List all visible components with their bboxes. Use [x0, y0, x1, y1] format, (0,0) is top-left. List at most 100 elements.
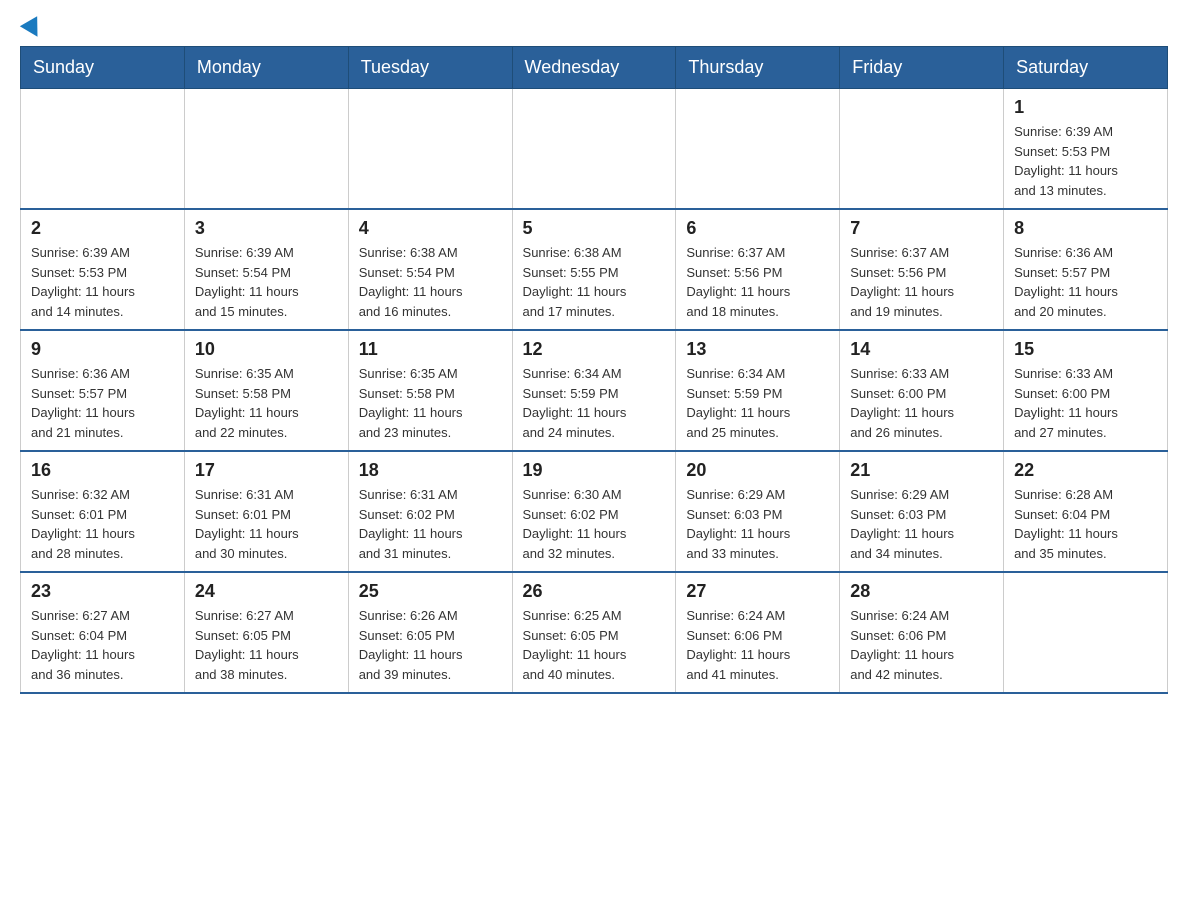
- day-number: 20: [686, 460, 829, 481]
- day-header-sunday: Sunday: [21, 47, 185, 89]
- calendar-cell: 19Sunrise: 6:30 AM Sunset: 6:02 PM Dayli…: [512, 451, 676, 572]
- day-info: Sunrise: 6:25 AM Sunset: 6:05 PM Dayligh…: [523, 606, 666, 684]
- calendar-week-row: 23 Sunrise: 6:27 AM Sunset: 6:04 PM Dayli…: [21, 572, 1168, 693]
- day-number: 24: [195, 581, 338, 602]
- day-number: 25: [359, 581, 502, 602]
- calendar-cell: 20 Sunrise: 6:29 AM Sunset: 6:03 PM Dayli…: [676, 451, 840, 572]
- day-info: Sunrise: 6:35 AM Sunset: 5:58 PM Dayligh…: [359, 364, 502, 442]
- day-info: Sunrise: 6:35 AM Sunset: 5:58 PM Dayligh…: [195, 364, 338, 442]
- calendar-week-row: 2 Sunrise: 6:39 AM Sunset: 5:53 PM Daylig…: [21, 209, 1168, 330]
- page-header: [20, 20, 1168, 36]
- calendar-cell: 11Sunrise: 6:35 AM Sunset: 5:58 PM Dayli…: [348, 330, 512, 451]
- day-number: 3: [195, 218, 338, 239]
- calendar-cell: 26 Sunrise: 6:25 AM Sunset: 6:05 PM Dayli…: [512, 572, 676, 693]
- day-header-saturday: Saturday: [1004, 47, 1168, 89]
- day-number: 5: [523, 218, 666, 239]
- day-info: Sunrise: 6:33 AM Sunset: 6:00 PM Dayligh…: [1014, 364, 1157, 442]
- calendar-cell: 25 Sunrise: 6:26 AM Sunset: 6:05 PM Dayli…: [348, 572, 512, 693]
- day-info: Sunrise: 6:34 AM Sunset: 5:59 PM Dayligh…: [523, 364, 666, 442]
- day-info: Sunrise: 6:28 AM Sunset: 6:04 PM Dayligh…: [1014, 485, 1157, 563]
- calendar-cell: [184, 89, 348, 210]
- calendar-cell: 17 Sunrise: 6:31 AM Sunset: 6:01 PM Dayli…: [184, 451, 348, 572]
- calendar-cell: 15 Sunrise: 6:33 AM Sunset: 6:00 PM Dayli…: [1004, 330, 1168, 451]
- calendar-cell: 23 Sunrise: 6:27 AM Sunset: 6:04 PM Dayli…: [21, 572, 185, 693]
- day-info: Sunrise: 6:36 AM Sunset: 5:57 PM Dayligh…: [31, 364, 174, 442]
- day-info: Sunrise: 6:39 AM Sunset: 5:53 PM Dayligh…: [31, 243, 174, 321]
- day-info: Sunrise: 6:32 AM Sunset: 6:01 PM Dayligh…: [31, 485, 174, 563]
- calendar-cell: 13 Sunrise: 6:34 AM Sunset: 5:59 PM Dayli…: [676, 330, 840, 451]
- calendar-cell: 12 Sunrise: 6:34 AM Sunset: 5:59 PM Dayli…: [512, 330, 676, 451]
- calendar-cell: 9Sunrise: 6:36 AM Sunset: 5:57 PM Daylig…: [21, 330, 185, 451]
- day-number: 2: [31, 218, 174, 239]
- calendar-table: SundayMondayTuesdayWednesdayThursdayFrid…: [20, 46, 1168, 694]
- day-header-wednesday: Wednesday: [512, 47, 676, 89]
- day-info: Sunrise: 6:27 AM Sunset: 6:04 PM Dayligh…: [31, 606, 174, 684]
- calendar-cell: [676, 89, 840, 210]
- calendar-cell: 10 Sunrise: 6:35 AM Sunset: 5:58 PM Dayli…: [184, 330, 348, 451]
- day-header-friday: Friday: [840, 47, 1004, 89]
- calendar-week-row: 9Sunrise: 6:36 AM Sunset: 5:57 PM Daylig…: [21, 330, 1168, 451]
- day-number: 17: [195, 460, 338, 481]
- day-info: Sunrise: 6:37 AM Sunset: 5:56 PM Dayligh…: [850, 243, 993, 321]
- calendar-cell: 21 Sunrise: 6:29 AM Sunset: 6:03 PM Dayli…: [840, 451, 1004, 572]
- calendar-cell: 22 Sunrise: 6:28 AM Sunset: 6:04 PM Dayli…: [1004, 451, 1168, 572]
- day-number: 8: [1014, 218, 1157, 239]
- calendar-week-row: 16 Sunrise: 6:32 AM Sunset: 6:01 PM Dayli…: [21, 451, 1168, 572]
- day-info: Sunrise: 6:29 AM Sunset: 6:03 PM Dayligh…: [686, 485, 829, 563]
- day-number: 13: [686, 339, 829, 360]
- day-number: 7: [850, 218, 993, 239]
- logo: [20, 20, 43, 36]
- calendar-cell: [512, 89, 676, 210]
- day-info: Sunrise: 6:36 AM Sunset: 5:57 PM Dayligh…: [1014, 243, 1157, 321]
- day-number: 22: [1014, 460, 1157, 481]
- day-info: Sunrise: 6:38 AM Sunset: 5:55 PM Dayligh…: [523, 243, 666, 321]
- day-number: 16: [31, 460, 174, 481]
- calendar-cell: 6 Sunrise: 6:37 AM Sunset: 5:56 PM Daylig…: [676, 209, 840, 330]
- day-number: 12: [523, 339, 666, 360]
- day-info: Sunrise: 6:39 AM Sunset: 5:54 PM Dayligh…: [195, 243, 338, 321]
- day-number: 23: [31, 581, 174, 602]
- day-number: 28: [850, 581, 993, 602]
- calendar-header-row: SundayMondayTuesdayWednesdayThursdayFrid…: [21, 47, 1168, 89]
- day-number: 6: [686, 218, 829, 239]
- day-info: Sunrise: 6:38 AM Sunset: 5:54 PM Dayligh…: [359, 243, 502, 321]
- day-info: Sunrise: 6:31 AM Sunset: 6:01 PM Dayligh…: [195, 485, 338, 563]
- calendar-cell: 28Sunrise: 6:24 AM Sunset: 6:06 PM Dayli…: [840, 572, 1004, 693]
- calendar-cell: [348, 89, 512, 210]
- day-info: Sunrise: 6:34 AM Sunset: 5:59 PM Dayligh…: [686, 364, 829, 442]
- day-number: 1: [1014, 97, 1157, 118]
- day-header-thursday: Thursday: [676, 47, 840, 89]
- calendar-cell: 5 Sunrise: 6:38 AM Sunset: 5:55 PM Daylig…: [512, 209, 676, 330]
- calendar-cell: [21, 89, 185, 210]
- calendar-cell: 2 Sunrise: 6:39 AM Sunset: 5:53 PM Daylig…: [21, 209, 185, 330]
- day-info: Sunrise: 6:30 AM Sunset: 6:02 PM Dayligh…: [523, 485, 666, 563]
- day-number: 15: [1014, 339, 1157, 360]
- calendar-cell: 16 Sunrise: 6:32 AM Sunset: 6:01 PM Dayli…: [21, 451, 185, 572]
- day-number: 27: [686, 581, 829, 602]
- day-number: 14: [850, 339, 993, 360]
- calendar-week-row: 1 Sunrise: 6:39 AM Sunset: 5:53 PM Daylig…: [21, 89, 1168, 210]
- day-info: Sunrise: 6:24 AM Sunset: 6:06 PM Dayligh…: [686, 606, 829, 684]
- day-info: Sunrise: 6:37 AM Sunset: 5:56 PM Dayligh…: [686, 243, 829, 321]
- calendar-cell: 7 Sunrise: 6:37 AM Sunset: 5:56 PM Daylig…: [840, 209, 1004, 330]
- calendar-cell: 24Sunrise: 6:27 AM Sunset: 6:05 PM Dayli…: [184, 572, 348, 693]
- day-info: Sunrise: 6:29 AM Sunset: 6:03 PM Dayligh…: [850, 485, 993, 563]
- day-info: Sunrise: 6:31 AM Sunset: 6:02 PM Dayligh…: [359, 485, 502, 563]
- calendar-cell: 8 Sunrise: 6:36 AM Sunset: 5:57 PM Daylig…: [1004, 209, 1168, 330]
- day-info: Sunrise: 6:39 AM Sunset: 5:53 PM Dayligh…: [1014, 122, 1157, 200]
- calendar-cell: 1 Sunrise: 6:39 AM Sunset: 5:53 PM Daylig…: [1004, 89, 1168, 210]
- calendar-cell: 14 Sunrise: 6:33 AM Sunset: 6:00 PM Dayli…: [840, 330, 1004, 451]
- day-header-monday: Monday: [184, 47, 348, 89]
- calendar-cell: 18 Sunrise: 6:31 AM Sunset: 6:02 PM Dayli…: [348, 451, 512, 572]
- day-number: 26: [523, 581, 666, 602]
- day-info: Sunrise: 6:33 AM Sunset: 6:00 PM Dayligh…: [850, 364, 993, 442]
- day-header-tuesday: Tuesday: [348, 47, 512, 89]
- calendar-cell: [840, 89, 1004, 210]
- calendar-cell: 3 Sunrise: 6:39 AM Sunset: 5:54 PM Daylig…: [184, 209, 348, 330]
- day-number: 10: [195, 339, 338, 360]
- calendar-cell: [1004, 572, 1168, 693]
- day-info: Sunrise: 6:26 AM Sunset: 6:05 PM Dayligh…: [359, 606, 502, 684]
- day-number: 18: [359, 460, 502, 481]
- day-number: 21: [850, 460, 993, 481]
- calendar-cell: 27 Sunrise: 6:24 AM Sunset: 6:06 PM Dayli…: [676, 572, 840, 693]
